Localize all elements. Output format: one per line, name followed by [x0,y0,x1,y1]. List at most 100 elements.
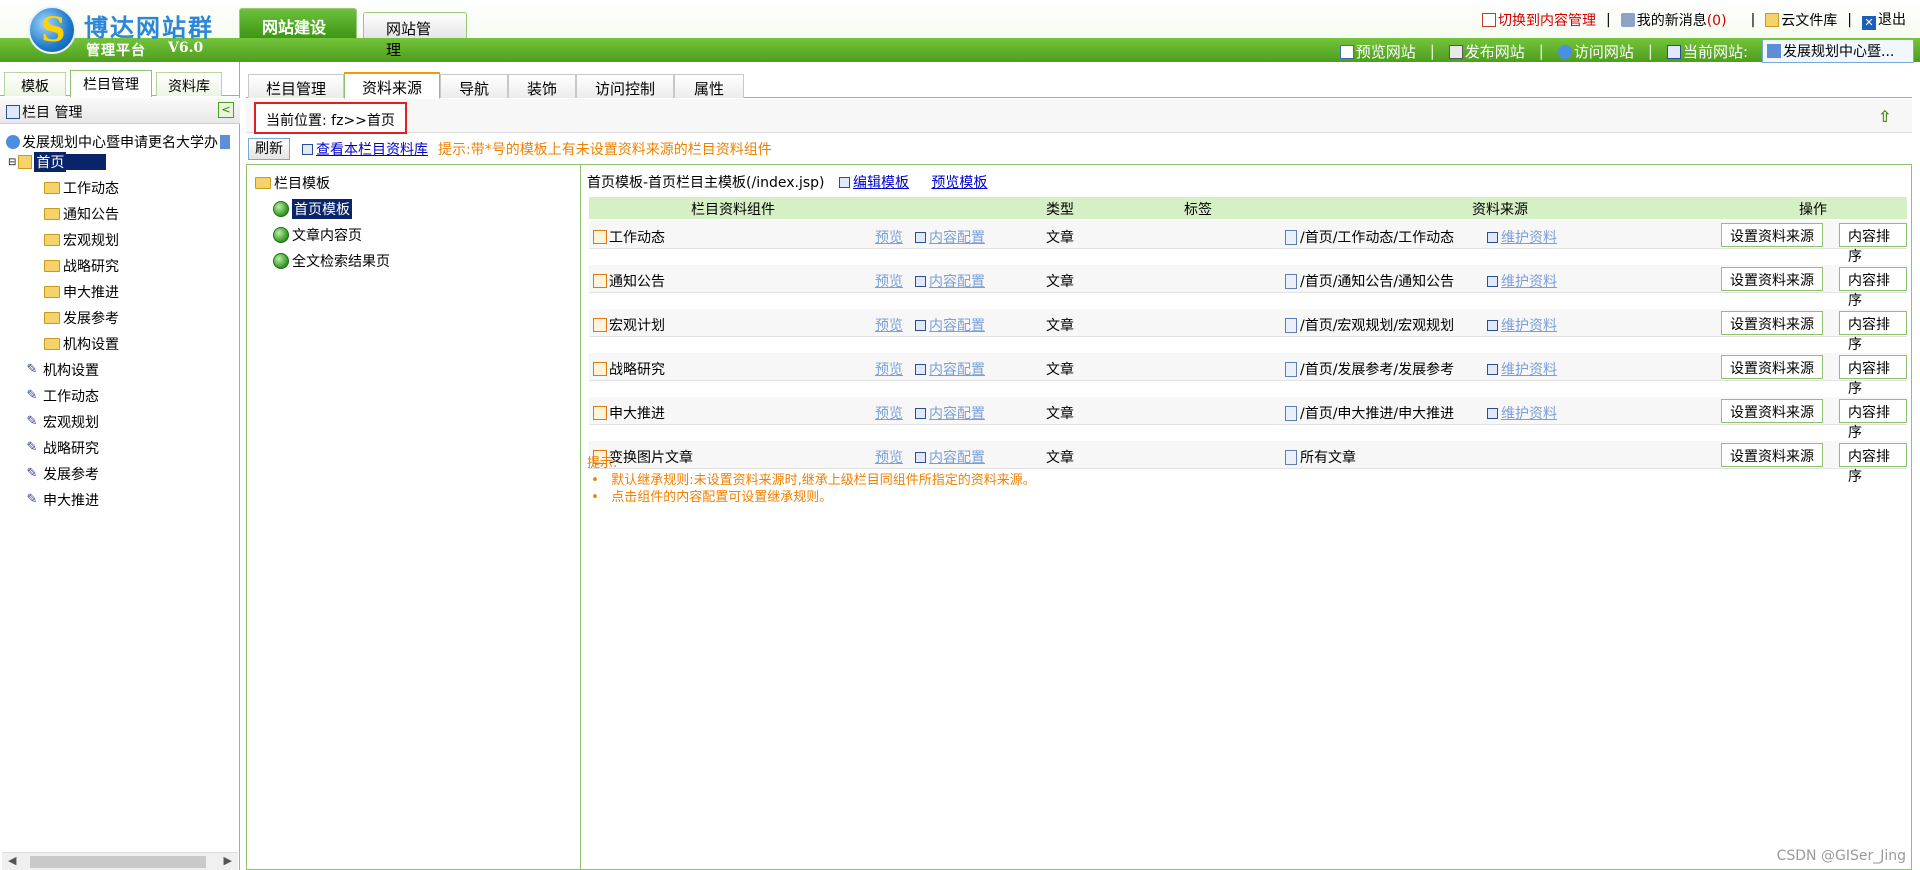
tab-properties[interactable]: 属性 [674,74,744,98]
content-frame: 栏目模板 首页模板 文章内容页 全文检索结果页 首页模板-首页栏目主模板(/in… [246,164,1912,870]
preview-link[interactable]: 预览 [875,403,903,423]
current-site-selector[interactable]: 发展规划中心暨... [1762,39,1914,63]
folder-icon [44,234,60,246]
go-up-icon[interactable]: ⇧ [1878,107,1896,126]
set-source-button[interactable]: 设置资料来源 [1721,399,1823,423]
set-source-button[interactable]: 设置资料来源 [1721,311,1823,335]
preview-link[interactable]: 预览 [875,359,903,379]
set-source-button[interactable]: 设置资料来源 [1721,443,1823,467]
tree-item-home[interactable]: ⊟ 首页 [8,152,107,172]
tab-navigation[interactable]: 导航 [440,74,508,98]
tree-item[interactable]: 通知公告 [44,204,119,224]
content-sort-button[interactable]: 内容排序 [1839,355,1907,397]
content-sort-button[interactable]: 内容排序 [1839,311,1907,353]
template-globe-icon [273,253,289,269]
preview-link[interactable]: 预览 [875,271,903,291]
tree-root[interactable]: 发展规划中心暨申请更名大学办 [6,132,232,152]
scroll-left-icon[interactable]: ◀ [8,854,16,867]
horizontal-scrollbar[interactable]: ◀ ▶ [2,852,238,870]
content-sort-button[interactable]: 内容排序 [1839,223,1907,265]
preview-link[interactable]: 预览 [875,315,903,335]
tree-item[interactable]: ✎ 机构设置 [24,360,99,380]
content-sort-button[interactable]: 内容排序 [1839,443,1907,485]
maintain-link[interactable]: 维护资料 [1487,359,1557,379]
set-source-button[interactable]: 设置资料来源 [1721,267,1823,291]
template-tree-root[interactable]: 栏目模板 [255,173,330,193]
tree-item[interactable]: 发展参考 [44,308,119,328]
tree-item[interactable]: 宏观规划 [44,230,119,250]
content-config-label: 内容配置 [929,274,985,290]
tab-column-manage[interactable]: 栏目管理 [248,74,344,98]
logo: S 博达网站群 管理平台 V6.0 [28,6,258,64]
type-cell: 文章 [1046,318,1074,334]
content-config-link[interactable]: 内容配置 [915,227,985,247]
pen-icon: ✎ [26,440,38,455]
tab-templates[interactable]: 模板 [4,72,66,96]
tree-item[interactable]: 战略研究 [44,256,119,276]
tree-item[interactable]: ✎ 宏观规划 [24,412,99,432]
maintain-link[interactable]: 维护资料 [1487,315,1557,335]
tab-website-manage[interactable]: 网站管理 [363,12,467,59]
template-item-search[interactable]: 全文检索结果页 [273,251,390,271]
tree-label: 发展参考 [63,311,119,327]
scroll-right-icon[interactable]: ▶ [224,854,232,867]
tree-item[interactable]: ✎ 发展参考 [24,464,99,484]
edit-template-link[interactable]: 编辑模板 [838,175,909,191]
tree-item[interactable]: ✎ 申大推进 [24,490,99,510]
scrollbar-thumb[interactable] [30,856,206,868]
panel-title: 栏目 管理 [22,105,83,121]
tab-website-build[interactable]: 网站建设 [239,8,357,38]
source-cell: 所有文章 [1285,447,1356,467]
content-config-link[interactable]: 内容配置 [915,403,985,423]
external-link-icon [838,177,850,188]
maintain-link[interactable]: 维护资料 [1487,227,1557,247]
view-library-link[interactable]: 查看本栏目资料库 [302,139,428,159]
content-sort-button[interactable]: 内容排序 [1839,399,1907,441]
table-row: 通知公告 预览 内容配置 文章/首页/通知公告/通知公告 维护资料 设置资料来源 内容排序 [589,265,1907,309]
template-item-home[interactable]: 首页模板 [273,199,352,219]
refresh-button[interactable]: 刷新 [248,138,290,160]
content-config-link[interactable]: 内容配置 [915,315,985,335]
set-source-button[interactable]: 设置资料来源 [1721,223,1823,247]
tab-access-control[interactable]: 访问控制 [576,74,674,98]
content-config-link[interactable]: 内容配置 [915,359,985,379]
tree-item[interactable]: 机构设置 [44,334,119,354]
tree-item[interactable]: ✎ 战略研究 [24,438,99,458]
publish-site-link[interactable]: 发布网站 [1448,41,1525,62]
tab-column-manage[interactable]: 栏目管理 [70,70,152,97]
logout-link[interactable]: ✕ 退出 [1862,9,1906,30]
template-item-article[interactable]: 文章内容页 [273,225,362,245]
visit-site-label: 访问网站 [1573,42,1634,61]
pen-icon: ✎ [26,362,38,377]
sub-tabs: 栏目管理 资料来源 导航 装饰 访问控制 属性 [246,68,1912,99]
content-sort-button[interactable]: 内容排序 [1839,267,1907,309]
external-link-icon [915,276,926,287]
content-config-link[interactable]: 内容配置 [915,271,985,291]
messages-link[interactable]: 我的新消息(0) [1620,10,1727,30]
minus-toggle-icon[interactable]: ⊟ [8,157,16,168]
tree-item[interactable]: 申大推进 [44,282,119,302]
document-icon [1285,362,1297,377]
tab-decoration[interactable]: 装饰 [508,74,576,98]
tree-item[interactable]: ✎ 工作动态 [24,386,99,406]
preview-link[interactable]: 预览 [875,227,903,247]
cloud-files-link[interactable]: 云文件库 [1765,10,1837,30]
set-source-button[interactable]: 设置资料来源 [1721,355,1823,379]
folder-icon [44,260,60,272]
component-cell: 战略研究 [593,359,665,379]
maintain-link[interactable]: 维护资料 [1487,403,1557,423]
tip-item: • 默认继承规则:未设置资料来源时,继承上级栏目同组件所指定的资料来源。 [587,473,1036,488]
preview-template-link[interactable]: 预览模板 [931,175,987,191]
tab-data-source[interactable]: 资料来源 [344,72,440,99]
collapse-panel-button[interactable]: < [218,102,234,118]
switch-content-link[interactable]: 切换到内容管理 [1482,10,1596,30]
tree-item[interactable]: 工作动态 [44,178,119,198]
maintain-link[interactable]: 维护资料 [1487,271,1557,291]
tab-library[interactable]: 资料库 [156,72,222,96]
visit-site-link[interactable]: 访问网站 [1557,41,1634,62]
preview-site-link[interactable]: 预览网站 [1339,41,1416,62]
type-cell: 文章 [1046,274,1074,290]
template-label: 首页模板 [292,199,352,219]
scroll-marker-icon [220,135,230,149]
home-icon [18,155,33,169]
